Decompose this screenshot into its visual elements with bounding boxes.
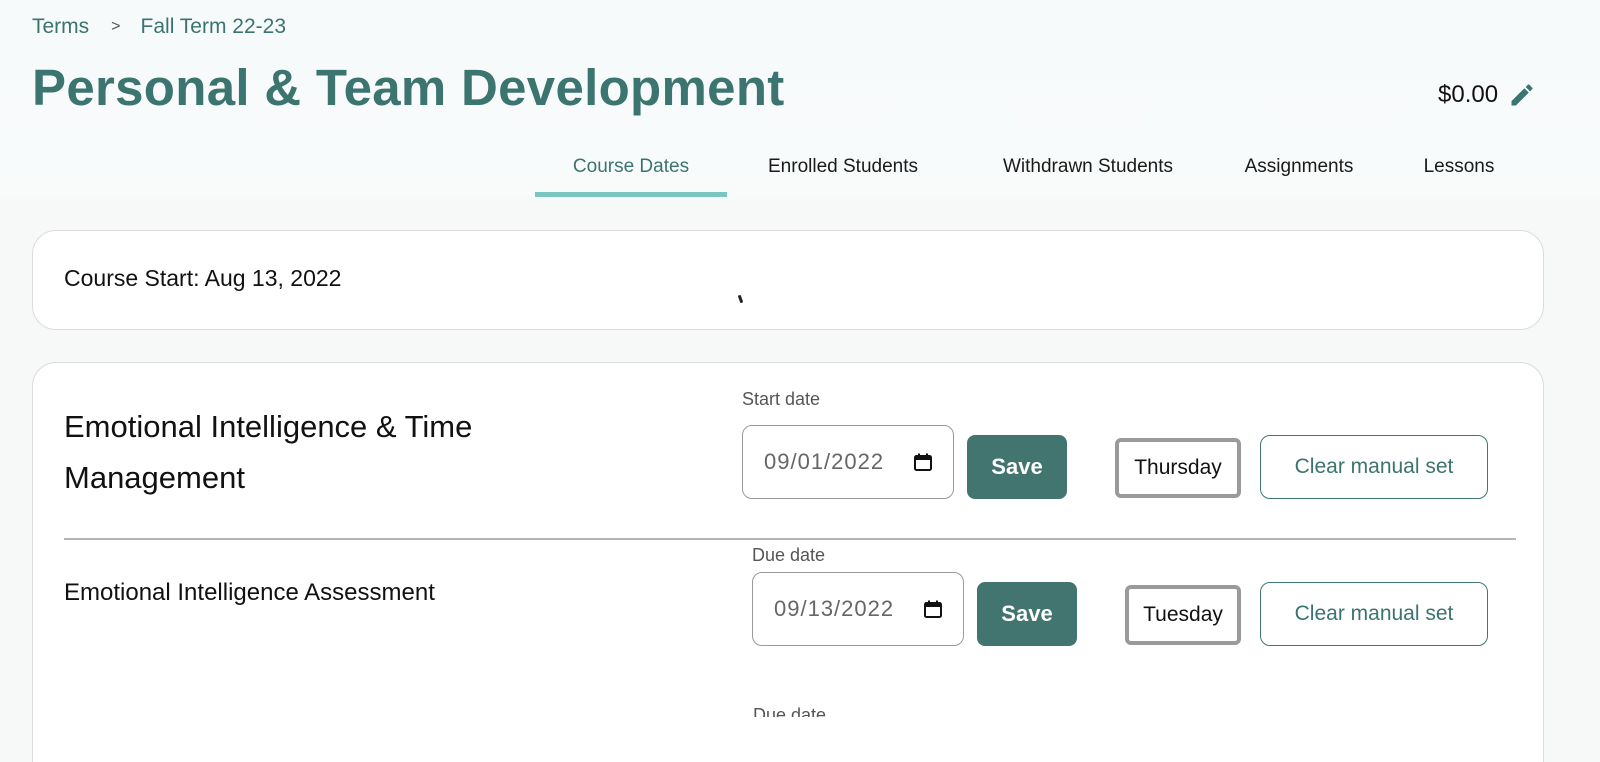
breadcrumb-separator-chevron-icon: > <box>111 18 121 35</box>
tab-withdrawn-students[interactable]: Withdrawn Students <box>959 150 1217 197</box>
course-price: $0.00 <box>1438 78 1536 112</box>
pencil-edit-icon[interactable] <box>1508 81 1536 109</box>
breadcrumb-term-link[interactable]: Fall Term 22-23 <box>141 15 287 39</box>
start-date-label: Start date <box>742 389 821 409</box>
course-dates-card: Emotional Intelligence & Time Management… <box>32 362 1544 762</box>
clear-manual-set-button[interactable]: Clear manual set <box>1260 582 1488 646</box>
item-title: Emotional Intelligence & Time Management <box>64 409 473 495</box>
course-start-text: Course Start: Aug 13, 2022 <box>64 265 342 291</box>
page-header: Terms > Fall Term 22-23 Personal & Team … <box>0 0 1600 197</box>
page-title: Personal & Team Development <box>32 59 785 116</box>
save-button[interactable]: Save <box>977 582 1077 646</box>
save-button[interactable]: Save <box>967 435 1067 499</box>
date-value: 09/01/2022 <box>764 449 885 474</box>
date-row: Emotional Intelligence & Time Management… <box>33 363 1545 538</box>
breadcrumb-terms-link[interactable]: Terms <box>32 15 89 39</box>
tab-course-dates[interactable]: Course Dates <box>535 150 727 197</box>
due-date-input[interactable]: 09/13/2022 <box>752 572 964 646</box>
due-date-label-partial: Due date <box>753 705 827 717</box>
price-value: $0.00 <box>1438 81 1499 108</box>
date-row: Emotional Intelligence Assessment Due da… <box>33 539 1545 689</box>
item-title: Emotional Intelligence Assessment <box>64 579 435 606</box>
calendar-icon[interactable] <box>923 599 943 619</box>
weekday-badge: Tuesday <box>1125 585 1241 645</box>
weekday-badge: Thursday <box>1115 438 1241 498</box>
tab-assignments[interactable]: Assignments <box>1217 150 1381 197</box>
course-tabs: Course Dates Enrolled Students Withdrawn… <box>535 150 1537 197</box>
breadcrumb: Terms > Fall Term 22-23 <box>32 14 286 40</box>
cursor-mark <box>737 294 744 304</box>
tab-enrolled-students[interactable]: Enrolled Students <box>727 150 959 197</box>
course-start-card: Course Start: Aug 13, 2022 <box>32 230 1544 330</box>
date-value: 09/13/2022 <box>774 596 895 621</box>
due-date-label: Due date <box>752 545 826 565</box>
calendar-icon[interactable] <box>913 452 933 472</box>
start-date-input[interactable]: 09/01/2022 <box>742 425 954 499</box>
tab-lessons[interactable]: Lessons <box>1381 150 1537 197</box>
clear-manual-set-button[interactable]: Clear manual set <box>1260 435 1488 499</box>
